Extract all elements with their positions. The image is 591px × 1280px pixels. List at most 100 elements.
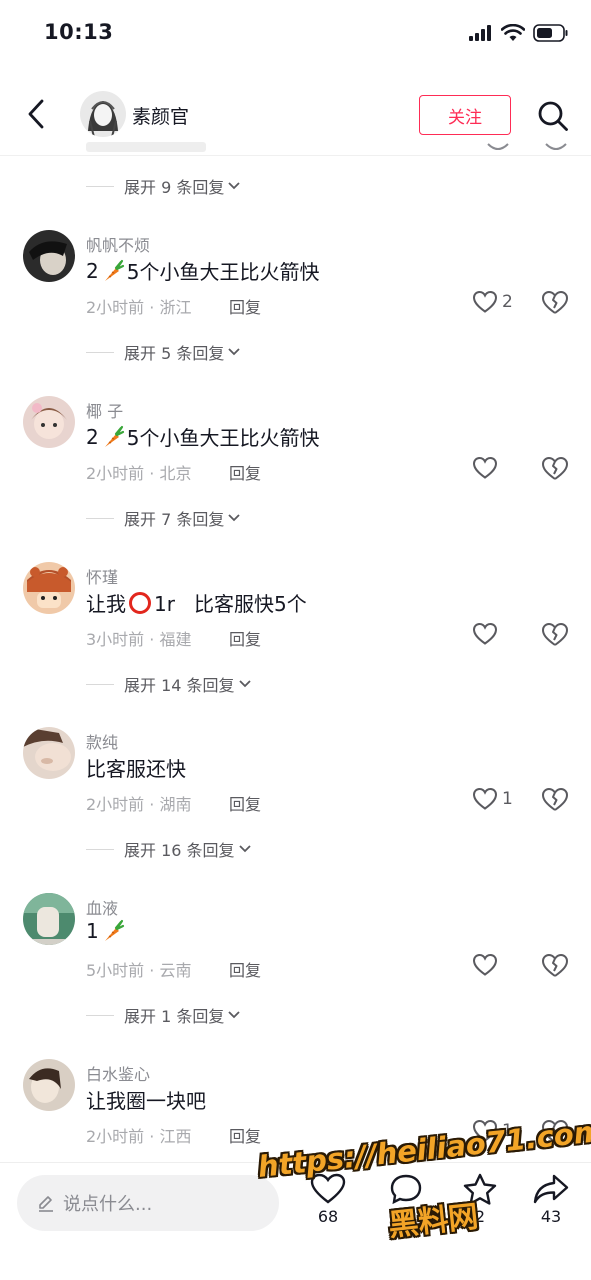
comment-text-part: 2 <box>86 424 99 449</box>
comment-meta: 2小时前 · 江西 <box>86 1127 192 1146</box>
comment-like-button[interactable]: 1 <box>472 787 513 811</box>
commenter-avatar[interactable] <box>23 893 75 945</box>
chevron-down-icon <box>238 680 251 688</box>
comment-text: 让我圈一块吧 <box>86 1085 206 1114</box>
heart-icon <box>472 290 498 313</box>
comment-text: 2 5个小鱼大王比火箭快 <box>86 422 319 451</box>
commenter-name[interactable]: 帆帆不烦 <box>86 232 150 256</box>
dislike-icon <box>542 787 569 811</box>
back-button[interactable] <box>20 94 52 134</box>
comment-meta: 3小时前 · 福建 <box>86 630 192 649</box>
comment-like-button[interactable] <box>472 456 502 480</box>
commenter-name[interactable]: 款纯 <box>86 729 118 753</box>
dislike-icon <box>542 290 569 314</box>
reply-button[interactable]: 回复 <box>229 957 261 981</box>
favorite-button[interactable]: 2 <box>456 1173 504 1226</box>
carrot-emoji-icon <box>104 919 124 941</box>
comment-like-button[interactable] <box>472 622 502 646</box>
expand-replies[interactable]: 展开 5 条回复 <box>86 340 240 364</box>
expand-replies-label: 展开 9 条回复 <box>124 178 225 197</box>
comment-text: 让我 1r 比客服快5个 <box>86 588 307 617</box>
comment-meta: 2小时前 · 北京 <box>86 464 192 483</box>
comment-dislike-button[interactable] <box>541 456 569 484</box>
red-circle-emoji-icon <box>129 591 151 614</box>
divider <box>86 683 114 685</box>
comment-like-button[interactable]: 2 <box>472 290 513 314</box>
divider <box>86 351 114 353</box>
expand-replies[interactable]: 展开 1 条回复 <box>86 1003 240 1027</box>
comment-like-button[interactable]: 1 <box>472 1119 513 1143</box>
commenter-name[interactable]: 血液 <box>86 895 118 919</box>
comment-button[interactable] <box>382 1173 430 1207</box>
comment-meta: 2小时前 · 湖南 <box>86 795 192 814</box>
divider <box>86 185 114 187</box>
signal-icon <box>469 25 491 41</box>
chevron-down-icon <box>238 845 251 853</box>
heart-icon <box>472 456 498 479</box>
like-button[interactable]: 68 <box>304 1173 352 1226</box>
comment-dislike-button[interactable] <box>541 953 569 981</box>
divider <box>86 1014 114 1016</box>
comment-like-button[interactable] <box>472 953 502 977</box>
carrot-emoji-icon <box>104 259 124 281</box>
commenter-avatar[interactable] <box>23 1059 75 1111</box>
status-icons <box>469 24 569 42</box>
heart-icon <box>472 787 498 810</box>
share-button[interactable]: 43 <box>527 1173 575 1226</box>
reply-button[interactable]: 回复 <box>229 791 261 815</box>
comment-input-placeholder: 说点什么... <box>63 1194 153 1215</box>
chevron-down-icon <box>228 1011 240 1019</box>
commenter-avatar[interactable] <box>23 562 75 614</box>
comment-text: 1 <box>86 919 127 943</box>
reply-button[interactable]: 回复 <box>229 460 261 484</box>
comment-dislike-button[interactable] <box>541 1119 569 1147</box>
expand-replies[interactable]: 展开 7 条回复 <box>86 506 240 530</box>
battery-icon <box>533 24 568 42</box>
comment-dislike-button[interactable] <box>541 290 569 318</box>
comment-text-part: 1r 比客服快5个 <box>154 592 307 616</box>
heart-icon <box>472 953 498 976</box>
chevron-down-icon <box>228 348 240 356</box>
expand-replies[interactable]: 展开 14 条回复 <box>86 672 251 696</box>
expand-replies-label: 展开 16 条回复 <box>124 841 235 860</box>
dislike-icon <box>542 456 569 480</box>
chevron-left-icon <box>28 99 44 129</box>
comment-meta: 2小时前 · 浙江 <box>86 298 192 317</box>
heart-icon <box>310 1173 346 1204</box>
like-count: 68 <box>317 1207 339 1226</box>
comment-dislike-button[interactable] <box>541 622 569 650</box>
comment-text-part: 比客服还快 <box>86 757 186 781</box>
wifi-icon <box>501 24 525 41</box>
reply-button[interactable]: 回复 <box>229 294 261 318</box>
commenter-name[interactable]: 怀瑾 <box>86 564 118 588</box>
comment-dislike-button[interactable] <box>541 787 569 815</box>
expand-replies-label: 展开 14 条回复 <box>124 676 235 695</box>
commenter-avatar[interactable] <box>23 230 75 282</box>
follow-button[interactable]: 关注 <box>419 95 511 135</box>
commenter-avatar[interactable] <box>23 727 75 779</box>
comment-text: 比客服还快 <box>86 753 186 782</box>
expand-replies[interactable]: 展开 16 条回复 <box>86 837 251 861</box>
comment-like-count: 1 <box>502 789 513 809</box>
search-button[interactable] <box>533 96 573 136</box>
share-count: 43 <box>540 1207 562 1226</box>
chevron-down-icon <box>228 182 240 190</box>
author-name[interactable]: 素颜官 <box>132 102 189 129</box>
share-icon <box>533 1174 569 1204</box>
reply-button[interactable]: 回复 <box>229 1123 261 1147</box>
reply-button[interactable]: 回复 <box>229 626 261 650</box>
author-avatar[interactable] <box>80 91 126 137</box>
comment-input[interactable]: 说点什么... <box>17 1175 279 1231</box>
expand-replies-label: 展开 7 条回复 <box>124 510 225 529</box>
commenter-avatar[interactable] <box>23 396 75 448</box>
star-icon <box>463 1173 497 1205</box>
status-bar: 10:13 <box>0 0 591 72</box>
commenter-name[interactable]: 白水鉴心 <box>86 1061 150 1085</box>
comment-text-part: 2 <box>86 258 99 283</box>
divider <box>86 848 114 850</box>
dislike-icon <box>542 953 569 977</box>
expand-replies[interactable]: 展开 9 条回复 <box>86 174 240 198</box>
search-icon <box>538 101 568 131</box>
carrot-emoji-icon <box>104 425 124 447</box>
commenter-name[interactable]: 椰 子 <box>86 398 123 422</box>
